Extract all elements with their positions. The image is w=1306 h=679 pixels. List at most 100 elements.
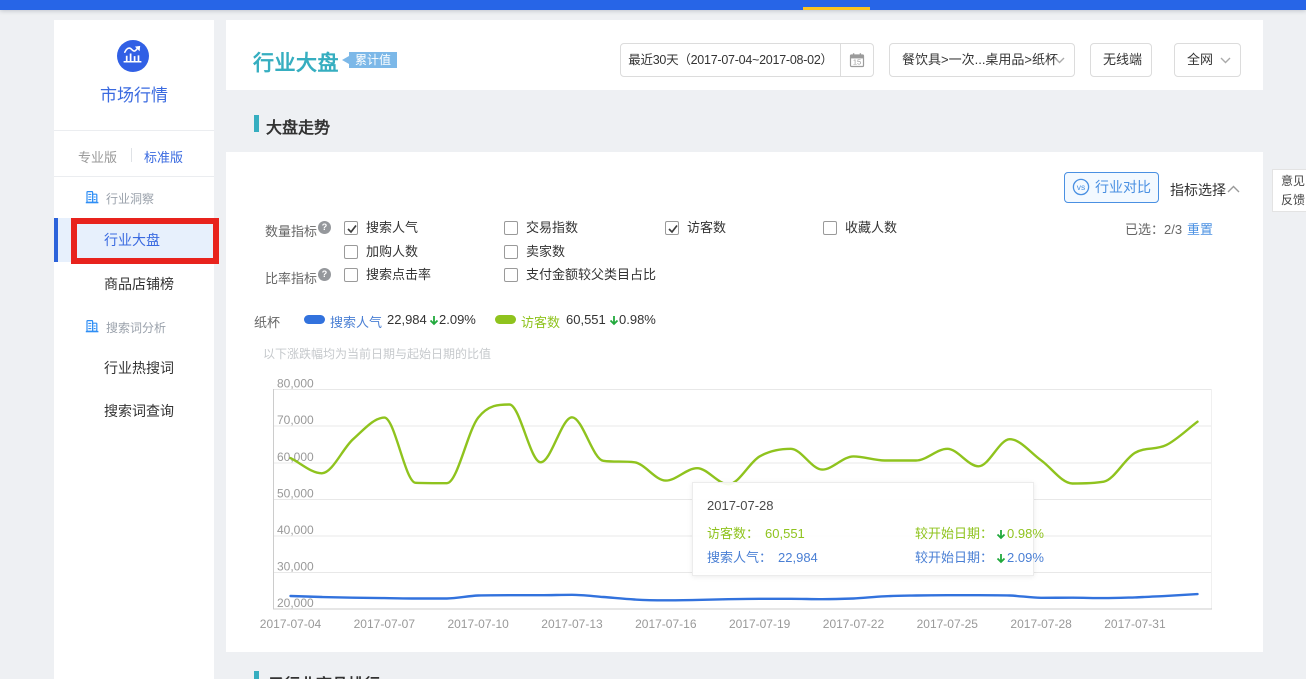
red-highlight-annotation xyxy=(71,218,219,264)
feedback-label-line1: 意见 xyxy=(1281,172,1306,191)
svg-text:2017-07-04: 2017-07-04 xyxy=(260,617,322,631)
down-arrow-icon xyxy=(996,553,1006,564)
legend-visitor-name[interactable]: 访客数 xyxy=(521,312,560,331)
checkbox-label: 收藏人数 xyxy=(845,221,897,235)
buildings-icon xyxy=(85,319,99,338)
svg-text:2017-07-22: 2017-07-22 xyxy=(823,617,885,631)
sidebar-item-2[interactable]: 商品店铺榜 xyxy=(54,262,214,306)
tab-standard-version[interactable]: 标准版 xyxy=(144,147,183,166)
section-accent-bar xyxy=(254,115,259,132)
svg-text:2017-07-25: 2017-07-25 xyxy=(917,617,979,631)
checkbox-box[interactable] xyxy=(344,221,358,235)
check-icon xyxy=(346,223,358,235)
checkbox-label: 搜索人气 xyxy=(366,221,418,235)
metric-select-toggle[interactable]: 指标选择 xyxy=(1170,180,1226,200)
checkbox-box[interactable] xyxy=(344,245,358,259)
reset-link[interactable]: 重置 xyxy=(1187,219,1213,238)
down-arrow-icon xyxy=(429,315,439,326)
svg-text:20,000: 20,000 xyxy=(277,596,314,610)
question-icon[interactable]: ? xyxy=(318,221,331,234)
checkbox-box[interactable] xyxy=(665,221,679,235)
svg-text:40,000: 40,000 xyxy=(277,523,314,537)
tooltip-date: 2017-07-28 xyxy=(707,498,774,513)
compare-button-label: 行业对比 xyxy=(1095,179,1151,195)
checkbox-label: 加购人数 xyxy=(366,245,418,259)
checkbox-label: 交易指数 xyxy=(526,221,578,235)
checkbox-box[interactable] xyxy=(504,268,518,282)
chevron-down-icon xyxy=(1220,57,1231,64)
legend-pill-visitor xyxy=(495,315,516,324)
check-icon xyxy=(667,223,679,235)
checkbox-label: 卖家数 xyxy=(526,245,565,259)
checkbox-box[interactable] xyxy=(504,221,518,235)
date-range-picker[interactable]: 最近30天（2017-07-04~2017-08-02） 15 xyxy=(620,43,874,77)
scope-value: 全网 xyxy=(1187,44,1213,76)
tooltip-series-name: 搜索人气： xyxy=(707,550,772,565)
tooltip-compare-group: 较开始日期： 0.98% xyxy=(915,523,1044,542)
tab-separator xyxy=(131,148,132,162)
category-value: 餐饮具>一次...桌用品>纸杯 xyxy=(902,44,1058,76)
vs-icon: vs xyxy=(1072,178,1090,196)
tooltip-series-name: 访客数： xyxy=(707,526,759,541)
tab-pro-version[interactable]: 专业版 xyxy=(78,147,117,166)
sidebar-divider xyxy=(54,176,214,177)
section-accent-bar xyxy=(254,671,259,679)
checkbox-box[interactable] xyxy=(504,245,518,259)
svg-text:2017-07-16: 2017-07-16 xyxy=(635,617,697,631)
checkbox-box[interactable] xyxy=(344,268,358,282)
category-dropdown[interactable]: 餐饮具>一次...桌用品>纸杯 xyxy=(889,43,1075,77)
date-range-value[interactable]: 最近30天（2017-07-04~2017-08-02） xyxy=(621,44,841,76)
chart-tooltip: 2017-07-28 访客数：60,551 较开始日期：0.98% 搜索人气：2… xyxy=(692,482,1034,576)
question-icon[interactable]: ? xyxy=(318,268,331,281)
calendar-button[interactable]: 15 xyxy=(841,44,873,76)
legend-visitor-change: 0.98% xyxy=(609,312,656,327)
legend-search-change: 2.09% xyxy=(429,312,476,327)
calendar-icon: 15 xyxy=(849,52,865,68)
tooltip-row-search: 搜索人气：22,984 较开始日期：2.09% xyxy=(707,547,1031,566)
chevron-down-icon xyxy=(1131,57,1142,64)
selected-count: 已选：2/3 xyxy=(1125,219,1182,238)
svg-text:2017-07-28: 2017-07-28 xyxy=(1010,617,1072,631)
checkbox-label: 支付金额较父类目占比 xyxy=(526,268,656,282)
tooltip-change-value: 0.98% xyxy=(1007,526,1044,541)
tooltip-series-value: 22,984 xyxy=(778,550,818,565)
top-nav-bar xyxy=(0,0,1306,10)
sidebar-item-5[interactable]: 搜索词查询 xyxy=(54,389,214,433)
sidebar-group-0: 行业洞察 xyxy=(54,186,214,208)
sidebar-version-tabs: 专业版 标准版 xyxy=(54,131,214,176)
quantity-metrics-label: 数量指标 xyxy=(265,221,317,240)
tooltip-change-value: 2.09% xyxy=(1007,550,1044,565)
chevron-up-icon[interactable] xyxy=(1227,185,1240,193)
svg-text:2017-07-07: 2017-07-07 xyxy=(354,617,416,631)
tooltip-series-value: 60,551 xyxy=(765,526,805,541)
industry-compare-button[interactable]: vs 行业对比 xyxy=(1064,172,1159,203)
tooltip-compare-label: 较开始日期： xyxy=(915,526,993,541)
svg-text:70,000: 70,000 xyxy=(277,413,314,427)
badge-arrow xyxy=(342,56,349,64)
legend-pill-search xyxy=(304,315,325,324)
series-line-搜索人气[interactable] xyxy=(291,594,1198,600)
product-name: 市场行情 xyxy=(54,81,214,106)
top-nav-active-underline xyxy=(803,7,870,10)
market-analytics-logo-icon xyxy=(117,40,149,72)
feedback-label-line2: 反馈 xyxy=(1281,191,1306,210)
sidebar-item-4[interactable]: 行业热搜词 xyxy=(54,346,214,390)
sidebar-group-label: 搜索词分析 xyxy=(106,319,166,336)
page-title: 行业大盘 xyxy=(253,47,339,77)
ratio-metrics-label: 比率指标 xyxy=(265,268,317,287)
sidebar-group-label: 行业洞察 xyxy=(106,190,154,207)
legend-search-name[interactable]: 搜索人气 xyxy=(330,312,382,331)
series-line-访客数[interactable] xyxy=(291,405,1198,485)
svg-text:50,000: 50,000 xyxy=(277,486,314,500)
down-arrow-icon xyxy=(609,315,619,326)
section-title-trend: 大盘走势 xyxy=(266,114,330,138)
calendar-day-text: 15 xyxy=(853,58,861,67)
sidebar: 市场行情 专业版 标准版 行业洞察行业大盘商品店铺榜 搜索词分析行业热搜词搜索词… xyxy=(54,20,214,679)
legend-change-value: 2.09% xyxy=(439,312,476,327)
feedback-tab[interactable]: 意见 反馈 xyxy=(1272,169,1306,212)
tooltip-compare-group: 较开始日期：2.09% xyxy=(915,547,1044,566)
checkbox-box[interactable] xyxy=(823,221,837,235)
scope-dropdown[interactable]: 全网 xyxy=(1174,43,1241,77)
cumulative-value-badge: 累计值 xyxy=(349,52,397,68)
terminal-dropdown[interactable]: 无线端 xyxy=(1090,43,1152,77)
